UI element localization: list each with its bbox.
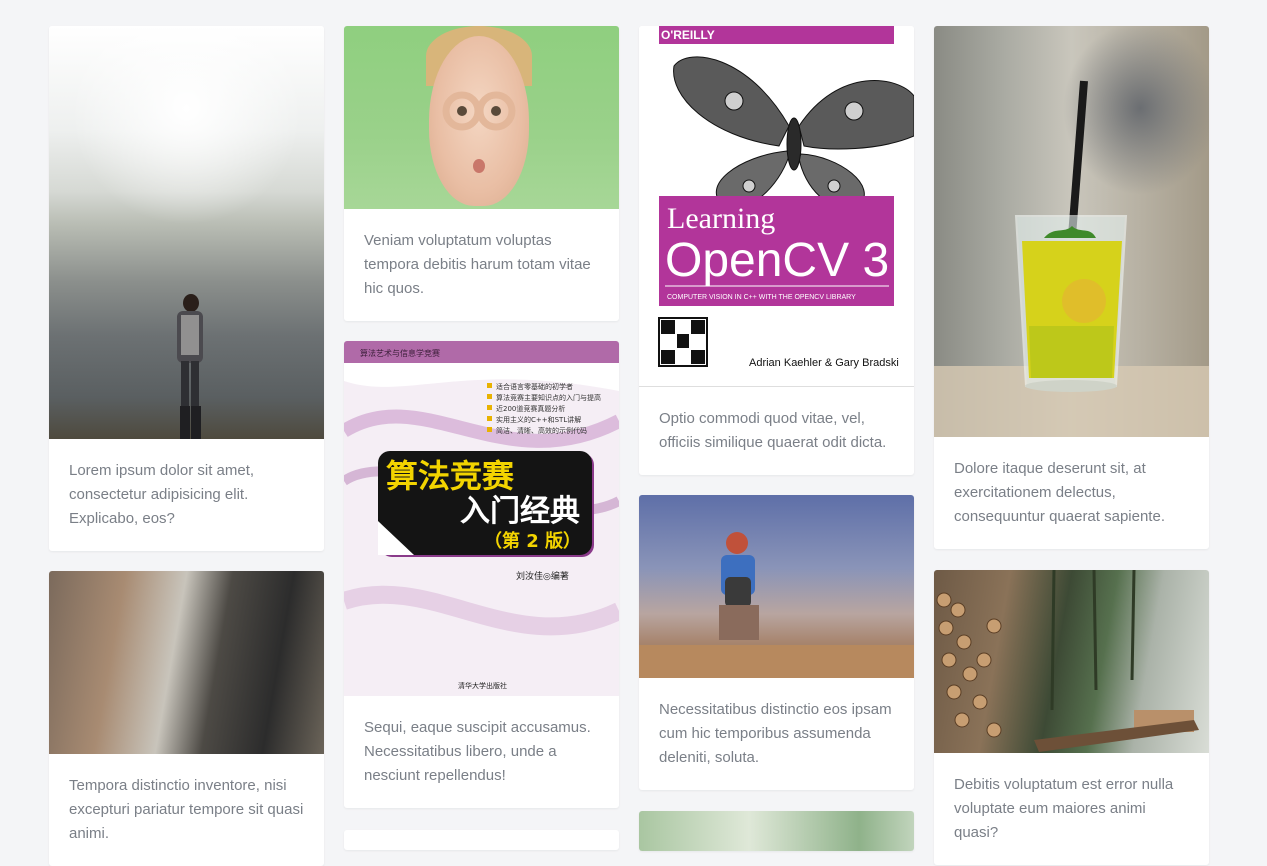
card-description: Veniam voluptatum voluptas tempora debit… bbox=[364, 232, 591, 297]
woman-goggles-image bbox=[344, 26, 619, 209]
card-description: Tempora distinctio inventore, nisi excep… bbox=[69, 777, 304, 842]
card-description: Sequi, eaque suscipit accusamus. Necessi… bbox=[364, 719, 591, 784]
misty-lake-image bbox=[49, 26, 324, 439]
book-author: 刘汝佳◎编著 bbox=[516, 570, 569, 582]
book-publisher: O'REILLY bbox=[661, 28, 715, 42]
card-description: Debitis voluptatum est error nulla volup… bbox=[954, 776, 1174, 841]
book-bullet: 适合语言零基础的初学者 bbox=[496, 382, 573, 391]
opencv-book-cover: O'REILLY Learning OpenCV 3 COMPUTER VISI… bbox=[639, 26, 914, 387]
card-description: Optio commodi quod vitae, vel, officiis … bbox=[659, 410, 887, 451]
book-title-line1: Learning bbox=[667, 202, 775, 235]
card[interactable]: Dolore itaque deserunt sit, at exercitat… bbox=[934, 26, 1209, 549]
card-description: Dolore itaque deserunt sit, at exercitat… bbox=[954, 460, 1165, 525]
card[interactable]: Tempora distinctio inventore, nisi excep… bbox=[49, 571, 324, 866]
book-title-line2: 入门经典 bbox=[460, 494, 580, 529]
book-bullet: 实用主义的C++和STL讲解 bbox=[496, 415, 581, 424]
book-subtitle: COMPUTER VISION IN C++ WITH THE OPENCV L… bbox=[667, 294, 856, 301]
book-bullet: 简洁、清晰、高效的示例代码 bbox=[496, 426, 587, 435]
card[interactable]: Veniam voluptatum voluptas tempora debit… bbox=[344, 26, 619, 321]
iced-drink-image bbox=[934, 26, 1209, 437]
card[interactable]: Necessitatibus distinctio eos ipsam cum … bbox=[639, 495, 914, 790]
book-edition: （第 2 版） bbox=[484, 530, 581, 552]
card[interactable] bbox=[344, 830, 619, 850]
log-pile-image bbox=[934, 570, 1209, 753]
book-series: 算法艺术与信息学竞赛 bbox=[360, 348, 440, 358]
book-title-line1: 算法竞赛 bbox=[386, 457, 515, 495]
book-authors: Adrian Kaehler & Gary Bradski bbox=[749, 357, 899, 369]
card-description: Necessitatibus distinctio eos ipsam cum … bbox=[659, 701, 892, 766]
card[interactable]: O'REILLY Learning OpenCV 3 COMPUTER VISI… bbox=[639, 26, 914, 475]
worker-image bbox=[49, 571, 324, 754]
card[interactable]: Debitis voluptatum est error nulla volup… bbox=[934, 570, 1209, 865]
algorithm-book-cover: 算法艺术与信息学竞赛 适合语言零基础的初学者 算法竞赛主要知识点的入门与提高 近… bbox=[344, 341, 619, 696]
girl-city-image bbox=[639, 495, 914, 678]
book-bullet: 算法竞赛主要知识点的入门与提高 bbox=[496, 393, 601, 402]
blossom-branch-image bbox=[639, 811, 914, 851]
book-publisher: 清华大学出版社 bbox=[458, 681, 507, 690]
card[interactable]: 算法艺术与信息学竞赛 适合语言零基础的初学者 算法竞赛主要知识点的入门与提高 近… bbox=[344, 341, 619, 808]
card-description: Lorem ipsum dolor sit amet, consectetur … bbox=[69, 462, 255, 527]
card[interactable] bbox=[639, 811, 914, 851]
book-title-line2: OpenCV 3 bbox=[665, 234, 889, 287]
card[interactable]: Lorem ipsum dolor sit amet, consectetur … bbox=[49, 26, 324, 551]
book-bullet: 近200道竞赛真题分析 bbox=[496, 404, 565, 413]
